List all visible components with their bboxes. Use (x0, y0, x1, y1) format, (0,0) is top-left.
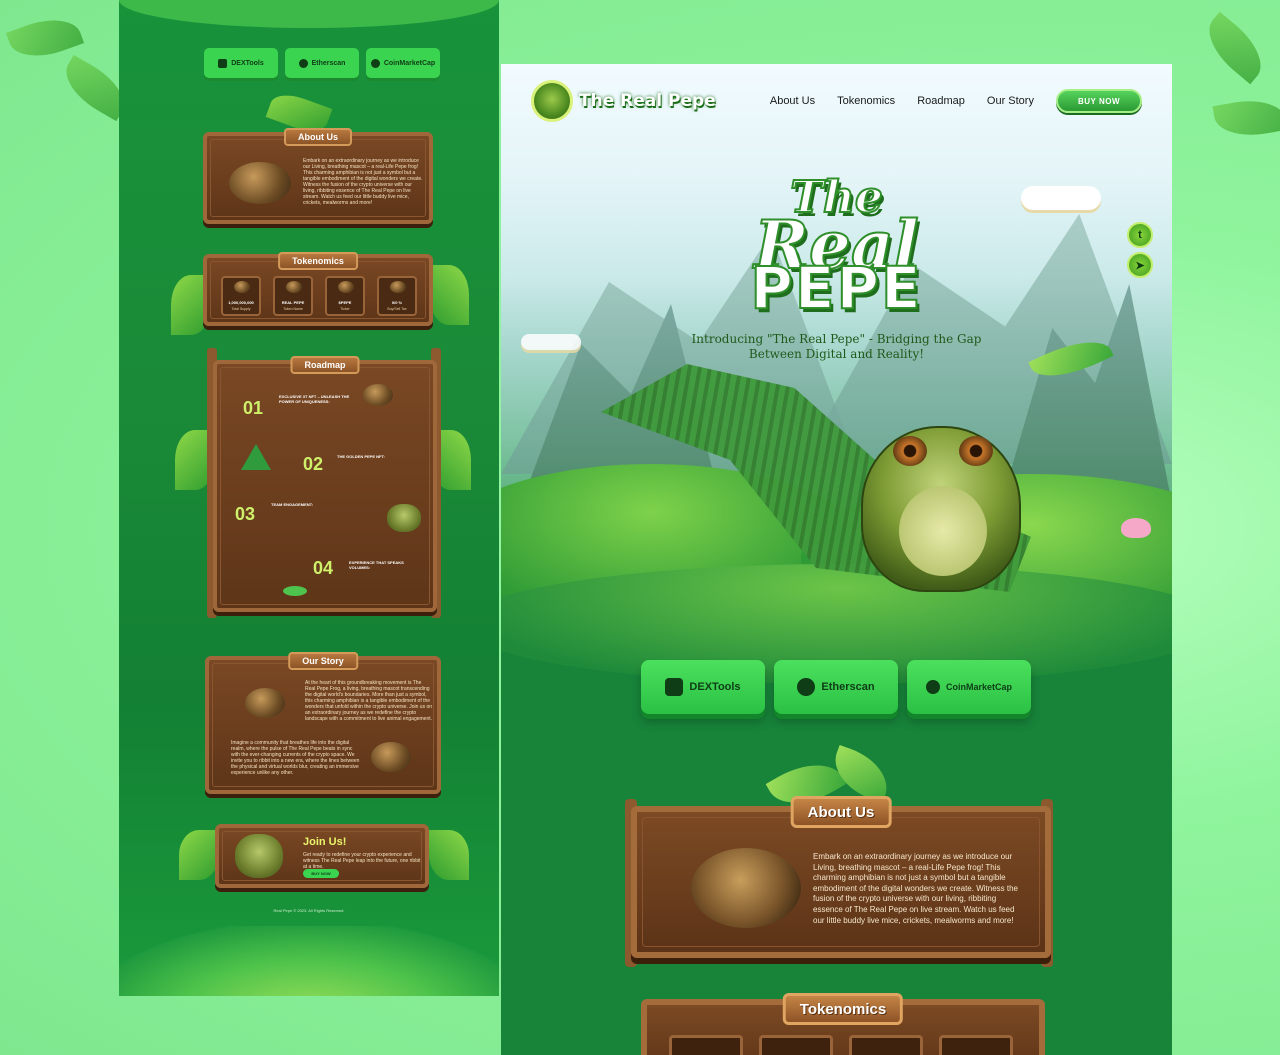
roadmap-section: Roadmap 01 EXCLUSIVE 3T NFT – UNLEASH TH… (213, 356, 437, 612)
coinmarketcap-button[interactable]: CoinMarketCap (366, 48, 440, 78)
dextools-button[interactable]: DEXTools (641, 660, 765, 714)
about-text: Embark on an extraordinary journey as we… (303, 158, 423, 206)
toad-image (691, 848, 801, 928)
foliage-decoration (179, 830, 219, 880)
coinmarketcap-button[interactable]: CoinMarketCap (907, 660, 1031, 714)
about-us-text: Embark on an extraordinary journey as we… (813, 852, 1018, 925)
bush-decoration (283, 586, 307, 596)
toad-image (363, 384, 393, 406)
tokenomics-card (939, 1035, 1013, 1055)
tokenomics-card (849, 1035, 923, 1055)
tokenomics-section: Tokenomics (641, 993, 1045, 1055)
foliage-decoration (429, 830, 469, 880)
roadmap-step-number: 03 (235, 504, 256, 524)
tokenomics-title: Tokenomics (782, 993, 904, 1025)
frog-image (387, 504, 421, 532)
nav-our-story[interactable]: Our Story (987, 95, 1034, 107)
buy-now-button[interactable]: BUY NOW (1055, 89, 1142, 113)
tokenomics-card: 1,000,000,000 Total Supply (221, 276, 261, 316)
our-story-text: At the heart of this groundbreaking move… (305, 680, 433, 722)
join-us-section: Join Us! Get ready to redefine your cryp… (215, 824, 429, 888)
tokenomics-card (759, 1035, 833, 1055)
etherscan-icon (298, 58, 308, 68)
hero-tagline: Introducing "The Real Pepe" - Bridging t… (691, 332, 982, 361)
our-story-section: Our Story At the heart of this groundbre… (205, 652, 441, 794)
etherscan-button[interactable]: Etherscan (774, 660, 898, 714)
top-navigation: The Real Pepe About Us Tokenomics Roadma… (501, 64, 1172, 138)
join-buy-now-button[interactable]: BUY NOW (303, 869, 339, 878)
about-title: About Us (284, 128, 352, 146)
roadmap-step-title: EXCLUSIVE 3T NFT – UNLEASH THE POWER OF … (279, 394, 350, 404)
tokenomics-card (669, 1035, 743, 1055)
dextools-icon (665, 678, 684, 696)
about-section: About Us Embark on an extraordinary jour… (203, 128, 433, 224)
etherscan-icon (797, 678, 816, 696)
etherscan-button[interactable]: Etherscan (285, 48, 359, 78)
tokenomics-card: 0/0 % Buy/Sell Tax (377, 276, 417, 316)
nav-about-us[interactable]: About Us (770, 95, 815, 107)
roadmap-step-title: EXPERIENCE THAT SPEAKS VOLUMES: (349, 560, 404, 570)
tokenomics-title: Tokenomics (278, 252, 358, 270)
hero-title-line-3: PEPE (749, 253, 923, 323)
toad-image (286, 281, 302, 293)
nav-tokenomics[interactable]: Tokenomics (837, 95, 895, 107)
tokenomics-section: Tokenomics 1,000,000,000 Total Supply RE… (203, 252, 433, 326)
toad-image (390, 281, 406, 293)
foliage-decoration (429, 265, 469, 325)
nav-links: About Us Tokenomics Roadmap Our Story BU… (770, 89, 1142, 113)
toad-image (234, 281, 250, 293)
roadmap-step-number: 04 (313, 558, 334, 578)
join-us-title: Join Us! (303, 836, 347, 848)
tree-decoration (241, 444, 271, 470)
frog-logo-icon (531, 80, 573, 122)
brand-name: The Real Pepe (579, 91, 716, 111)
pepe-frog-image (861, 426, 1021, 592)
our-story-text: Imagine a community that breathes life i… (231, 740, 360, 776)
top-wave (119, 0, 499, 28)
toad-image (338, 281, 354, 293)
toad-image (245, 688, 285, 718)
frog-belly (899, 486, 987, 576)
dextools-button[interactable]: DEXTools (204, 48, 278, 78)
frog-eye (893, 436, 927, 466)
copyright-text: Real Pepe © 2023. All Rights Reserved. (273, 908, 345, 913)
frog-eye (959, 436, 993, 466)
brand-logo[interactable]: The Real Pepe (531, 80, 716, 122)
dextools-icon (218, 58, 228, 68)
tokenomics-card: $PEPE Ticker (325, 276, 365, 316)
coinmarketcap-icon (925, 680, 940, 694)
coinmarketcap-icon (370, 58, 380, 68)
nav-roadmap[interactable]: Roadmap (917, 95, 965, 107)
hero-preview: The Real Pepe About Us Tokenomics Roadma… (501, 64, 1172, 1055)
roadmap-step-number: 02 (303, 454, 324, 474)
roadmap-step-title: THE GOLDEN PEPE NFT: (337, 454, 385, 459)
roadmap-step-number: 01 (243, 398, 264, 418)
lotus-flower (1121, 518, 1151, 538)
tokenomics-card: REAL PEPE Token Name (273, 276, 313, 316)
exchange-links-mini: DEXTools Etherscan CoinMarketCap (204, 48, 440, 78)
toad-image (229, 162, 291, 204)
bottom-wave (119, 926, 499, 996)
exchange-links: DEXTools Etherscan CoinMarketCap (641, 660, 1031, 714)
about-us-title: About Us (790, 796, 892, 828)
about-us-section: About Us Embark on an extraordinary jour… (631, 796, 1051, 958)
toad-image (371, 742, 411, 772)
our-story-title: Our Story (288, 652, 358, 670)
frog-image (235, 834, 283, 878)
roadmap-title: Roadmap (290, 356, 360, 374)
full-page-preview: DEXTools Etherscan CoinMarketCap About U… (119, 0, 499, 996)
roadmap-step-title: TEAM ENGAGEMENT: (271, 502, 313, 507)
join-us-text: Get ready to redefine your crypto experi… (303, 852, 421, 870)
